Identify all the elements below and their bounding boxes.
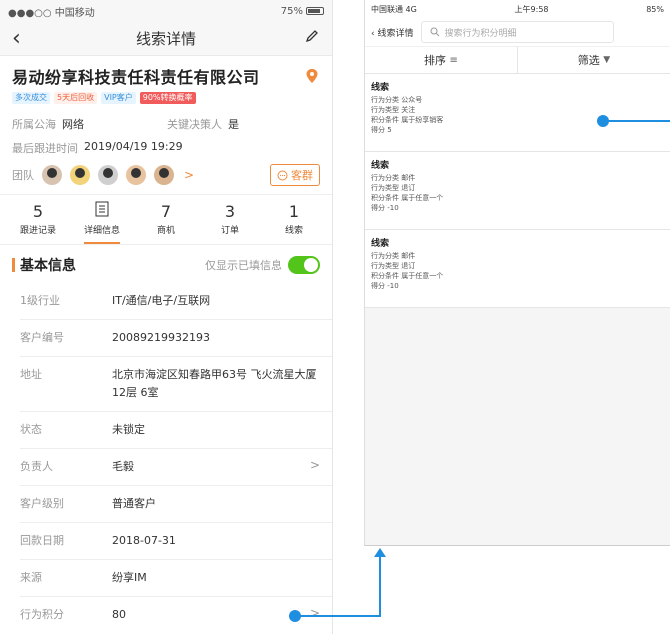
tag: 5天后回收 — [54, 92, 98, 104]
tab-follow-records[interactable]: 5 跟进记录 — [10, 201, 66, 244]
chat-icon — [277, 170, 288, 180]
nav-bar: ‹ 线索详情 — [0, 22, 332, 56]
only-filled-label: 仅显示已填信息 — [205, 259, 282, 272]
avatar[interactable] — [126, 165, 146, 185]
search-input[interactable]: 搜索行为积分明细 — [421, 21, 614, 43]
tag: 90%转换概率 — [139, 92, 196, 104]
sort-button[interactable]: 排序 ≡ — [365, 47, 518, 73]
filter-button[interactable]: 筛选 ▼ — [518, 47, 670, 73]
search-placeholder: 搜索行为积分明细 — [444, 28, 517, 39]
connector-line — [379, 556, 381, 617]
tab-opportunities[interactable]: 7 商机 — [138, 201, 194, 244]
time-text: 上午9:58 — [514, 4, 549, 14]
list-icon — [95, 201, 109, 223]
avatar[interactable] — [98, 165, 118, 185]
info-row: 来源 纷享IM — [20, 560, 332, 597]
status-bar: ●●●○○ 中国移动 75% — [0, 0, 332, 22]
info-row: 客户级别 普通客户 — [20, 486, 332, 523]
edit-icon[interactable] — [304, 28, 320, 48]
avatar[interactable] — [42, 165, 62, 185]
chevron-right-icon: > — [309, 606, 320, 620]
location-pin-icon[interactable] — [306, 68, 318, 87]
team-row: 团队 > 客群 — [0, 156, 332, 195]
info-row: 1级行业 IT/通信/电子/互联网 — [20, 283, 332, 320]
avatar[interactable] — [154, 165, 174, 185]
decision-label: 关键决策人 — [167, 118, 222, 131]
info-list: 1级行业 IT/通信/电子/互联网 客户编号 20089219932193 地址 北京… — [0, 283, 332, 633]
customer-group-button[interactable]: 客群 — [270, 164, 320, 186]
company-name: 易动纷享科技责任科责任有限公司 — [12, 68, 260, 87]
list-item[interactable]: 线索 行为分类 公众号 行为类型 关注 积分条件 属于纷享销客 得分 5 — [365, 74, 670, 152]
customer-group-label: 客群 — [291, 169, 313, 182]
back-icon[interactable]: ‹ — [12, 26, 21, 51]
tab-details[interactable]: 详细信息 — [74, 201, 130, 244]
carrier-text: ●●●○○ 中国移动 — [8, 7, 95, 19]
section-accent-bar — [12, 258, 15, 272]
list-item[interactable]: 线索 行为分类 邮件 行为类型 退订 积分条件 属于任意一个 得分 -10 — [365, 152, 670, 230]
battery-text: 85% — [646, 4, 664, 14]
nav-bar: ‹ 线索详情 搜索行为积分明细 — [365, 18, 670, 46]
tag: VIP客户 — [101, 92, 136, 104]
company-header: 易动纷享科技责任科责任有限公司 多次成交 5天后回收 VIP客户 90%转换概率 — [0, 56, 332, 108]
pool-row: 所属公海 网络 关键决策人是 — [0, 108, 332, 132]
last-follow-row: 最后跟进时间 2019/04/19 19:29 — [0, 132, 332, 156]
battery: 75% — [281, 6, 324, 17]
decision-value: 是 — [228, 118, 239, 131]
tag: 多次成交 — [12, 92, 50, 104]
filter-icon: ▼ — [603, 55, 611, 65]
section-header: 基本信息 仅显示已填信息 — [0, 245, 332, 283]
info-row: 状态 未锁定 — [20, 412, 332, 449]
status-bar: 中国联通 4G 上午9:58 85% — [365, 0, 670, 18]
pool-label: 所属公海 — [12, 118, 56, 131]
list-item[interactable]: 线索 行为分类 邮件 行为类型 退订 积分条件 属于任意一个 得分 -10 — [365, 230, 670, 308]
tab-orders[interactable]: 3 订单 — [202, 201, 258, 244]
page-title: 线索详情 — [135, 30, 196, 48]
last-follow-value: 2019/04/19 19:29 — [84, 140, 183, 153]
connector-arrow — [374, 548, 386, 557]
info-row: 回款日期 2018-07-31 — [20, 523, 332, 560]
pool-value: 网络 — [62, 118, 84, 131]
page: ●●●○○ 中国移动 75% ‹ 线索详情 易动纷享科技责任科责任有限公司 多次… — [0, 0, 670, 634]
team-label: 团队 — [12, 169, 34, 182]
battery-icon — [306, 6, 324, 15]
chevron-right-icon[interactable]: > — [184, 168, 194, 182]
info-row: 客户编号 20089219932193 — [20, 320, 332, 357]
filter-bar: 排序 ≡ 筛选 ▼ — [365, 46, 670, 74]
search-icon — [430, 27, 440, 37]
only-filled-toggle[interactable] — [288, 256, 320, 274]
behavior-score-screen: 中国联通 4G 上午9:58 85% ‹ 线索详情 搜索行为积分明细 排序 ≡ … — [364, 0, 670, 546]
carrier-text: 中国联通 4G — [371, 4, 417, 14]
avatar[interactable] — [70, 165, 90, 185]
last-follow-label: 最后跟进时间 — [12, 142, 78, 155]
connector-dot — [289, 610, 301, 622]
stats-tabs: 5 跟进记录 详细信息 7 商机 3 订单 1 线索 — [0, 195, 332, 245]
info-row: 地址 北京市海淀区知春路甲63号 飞火流星大厦 12层 6室 — [20, 357, 332, 412]
connector-line — [604, 120, 670, 122]
connector-line — [296, 615, 381, 617]
owner-row[interactable]: 负责人 毛毅 > — [20, 449, 332, 486]
behavior-score-row[interactable]: 行为积分 80 > — [20, 597, 332, 633]
lead-detail-screen: ●●●○○ 中国移动 75% ‹ 线索详情 易动纷享科技责任科责任有限公司 多次… — [0, 0, 333, 634]
back-button[interactable]: ‹ 线索详情 — [371, 26, 413, 39]
tab-leads[interactable]: 1 线索 — [266, 201, 322, 244]
tag-list: 多次成交 5天后回收 VIP客户 90%转换概率 — [12, 92, 320, 104]
chevron-right-icon: > — [309, 458, 320, 472]
sort-icon: ≡ — [449, 54, 458, 66]
connector-dot — [597, 115, 609, 127]
section-title: 基本信息 — [20, 258, 76, 274]
